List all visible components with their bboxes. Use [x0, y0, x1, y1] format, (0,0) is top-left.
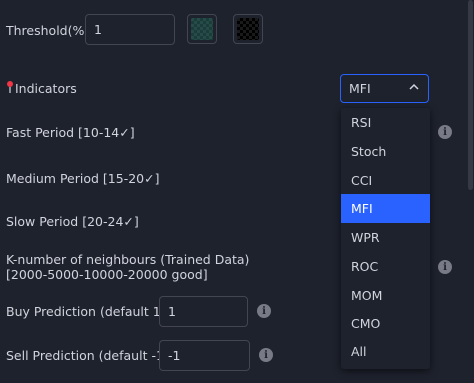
dropdown-option-rsi[interactable]: RSI: [341, 108, 430, 137]
dropdown-option-mfi[interactable]: MFI: [341, 194, 430, 223]
chevron-up-icon: [408, 81, 420, 93]
threshold-value: 1: [94, 22, 102, 37]
dropdown-option-cmo[interactable]: CMO: [341, 309, 430, 338]
dropdown-option-mom[interactable]: MOM: [341, 281, 430, 310]
info-icon[interactable]: i: [438, 125, 452, 139]
dropdown-option-stoch[interactable]: Stoch: [341, 137, 430, 166]
knn-label-line1: K-number of neighbours (Trained Data): [6, 252, 250, 267]
sell-prediction-label: Sell Prediction (default -1): [6, 348, 169, 363]
slow-period-label: Slow Period [20-24✓]: [6, 214, 139, 229]
fast-period-label: Fast Period [10-14✓]: [6, 125, 135, 140]
indicators-label: Indicators: [15, 81, 77, 96]
dropdown-option-wpr[interactable]: WPR: [341, 223, 430, 252]
sell-prediction-value: -1: [168, 348, 181, 363]
dropdown-option-all[interactable]: All: [341, 337, 430, 366]
swatch-1-fill: [191, 18, 213, 40]
dropdown-option-roc[interactable]: ROC: [341, 252, 430, 281]
buy-prediction-label: Buy Prediction (default 1): [6, 304, 166, 319]
scrollbar-thumb[interactable]: [468, 0, 473, 190]
info-icon[interactable]: i: [259, 348, 273, 362]
threshold-input[interactable]: 1: [85, 14, 175, 45]
indicators-select[interactable]: MFI: [340, 74, 429, 103]
knn-label-line2: [2000-5000-10000-20000 good]: [6, 267, 208, 282]
threshold-label: Threshold(%): [6, 23, 90, 38]
color-swatch-1[interactable]: [187, 14, 217, 44]
indicators-dropdown: RSI Stoch CCI MFI WPR ROC MOM CMO All: [341, 108, 430, 369]
dropdown-option-cci[interactable]: CCI: [341, 166, 430, 195]
info-icon[interactable]: i: [257, 304, 271, 318]
color-swatch-2[interactable]: [233, 14, 263, 44]
indicators-selected-value: MFI: [349, 81, 371, 96]
buy-prediction-input[interactable]: 1: [159, 296, 248, 327]
sell-prediction-input[interactable]: -1: [159, 340, 250, 371]
swatch-2-fill: [237, 18, 259, 40]
medium-period-label: Medium Period [15-20✓]: [6, 171, 160, 186]
info-icon[interactable]: i: [438, 260, 452, 274]
pin-icon: [6, 80, 14, 97]
buy-prediction-value: 1: [168, 304, 176, 319]
scrollbar[interactable]: [467, 0, 474, 383]
